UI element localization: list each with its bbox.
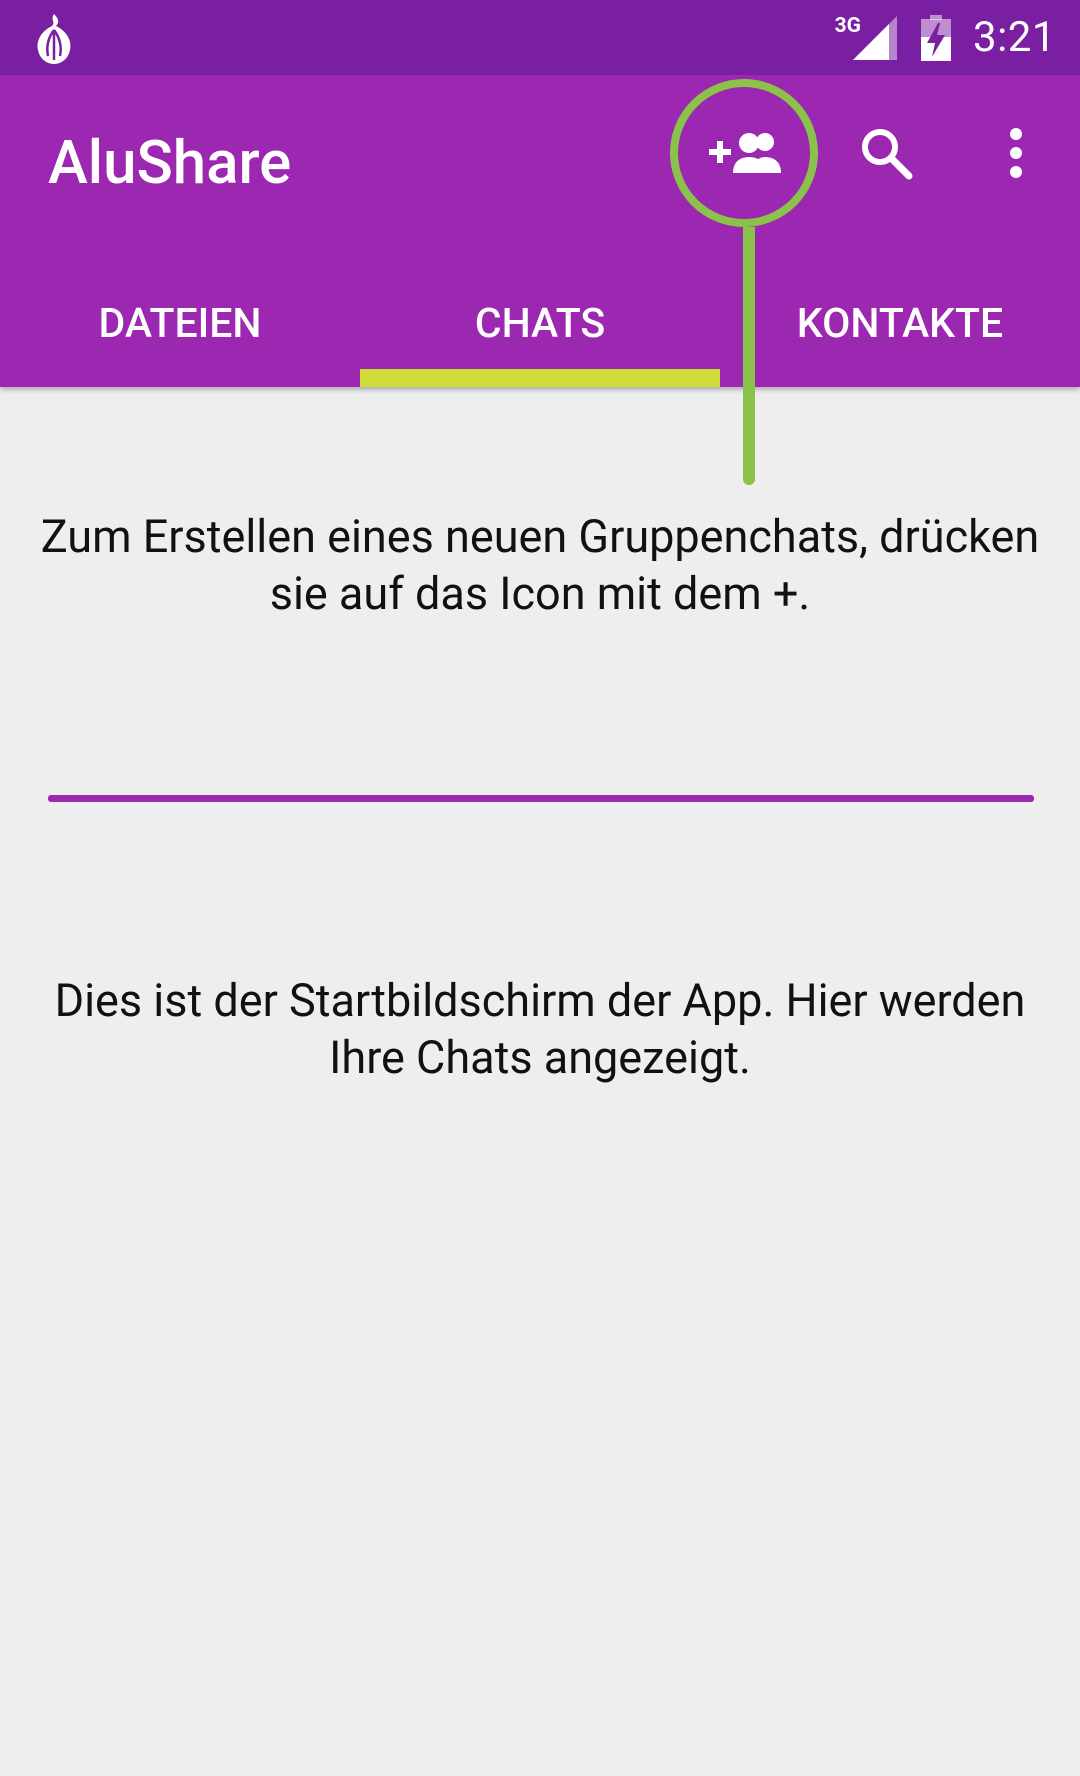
battery-charging-icon xyxy=(921,14,951,61)
clock: 3:21 xyxy=(973,13,1056,62)
overflow-menu-icon xyxy=(1010,128,1022,178)
add-group-icon xyxy=(709,133,781,173)
app-bar: AluShare DATEIEN CHATS KONTAKTE xyxy=(0,75,1080,387)
network-type-label: 3G xyxy=(834,13,861,38)
tab-dateien[interactable]: DATEIEN xyxy=(0,261,360,387)
tab-chats-label: CHATS xyxy=(474,300,606,348)
tab-bar: DATEIEN CHATS KONTAKTE xyxy=(0,261,1080,387)
tutorial-hint-add-group: Zum Erstellen eines neuen Gruppenchats, … xyxy=(40,510,1040,620)
tor-onion-icon xyxy=(37,14,71,64)
overflow-menu-button[interactable] xyxy=(986,117,1046,189)
status-bar: 3G 3:21 xyxy=(0,0,1080,75)
tutorial-divider xyxy=(48,795,1034,802)
search-icon xyxy=(862,129,913,180)
tab-dateien-label: DATEIEN xyxy=(98,300,262,348)
tutorial-hint-start-screen: Dies ist der Startbildschirm der App. Hi… xyxy=(54,974,1026,1084)
app-title: AluShare xyxy=(48,127,292,198)
tab-kontakte[interactable]: KONTAKTE xyxy=(720,261,1080,387)
tab-kontakte-label: KONTAKTE xyxy=(796,300,1004,348)
add-group-button[interactable] xyxy=(700,117,790,189)
selected-tab-indicator xyxy=(360,369,720,387)
search-button[interactable] xyxy=(850,117,922,189)
tab-chats[interactable]: CHATS xyxy=(360,261,720,387)
